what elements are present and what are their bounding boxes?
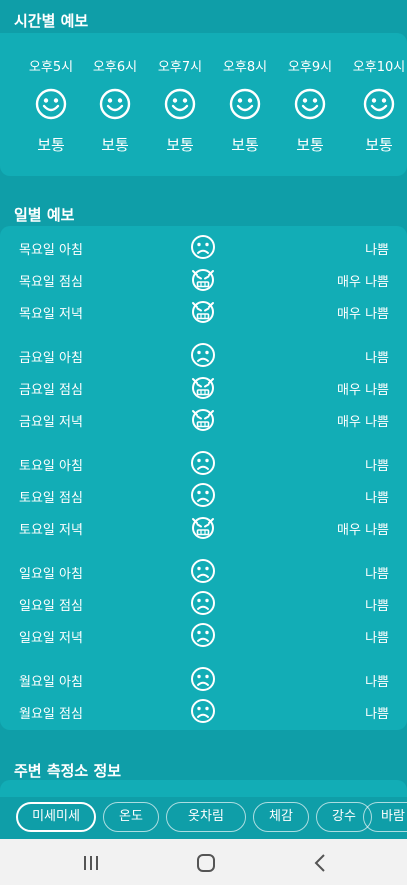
hourly-status: 보통	[365, 136, 393, 154]
hourly-time: 오후8시	[222, 60, 268, 75]
daily-forecast-row: 목요일 점심 매우 나쁨	[0, 263, 407, 295]
daily-period-label: 토요일 점심	[19, 491, 83, 506]
happy-face-icon	[99, 88, 131, 120]
daily-status: 매우 나쁨	[337, 307, 389, 322]
daily-forecast-title: 일별 예보	[14, 206, 75, 224]
daily-status: 매우 나쁨	[337, 383, 389, 398]
happy-face-icon	[164, 88, 196, 120]
home-icon[interactable]	[195, 852, 217, 874]
daily-forecast-row: 금요일 저녁 매우 나쁨	[0, 403, 407, 435]
devil-face-icon	[190, 298, 216, 324]
daily-status: 나쁨	[365, 243, 389, 258]
sad-face-icon	[190, 482, 216, 508]
daily-period-label: 목요일 점심	[19, 275, 83, 290]
hourly-status: 보통	[101, 136, 129, 154]
hourly-time: 오후5시	[28, 60, 74, 75]
hourly-status: 보통	[296, 136, 324, 154]
hourly-time: 오후10시	[352, 60, 406, 75]
daily-status: 나쁨	[365, 599, 389, 614]
daily-forecast-row: 토요일 아침 나쁨	[0, 447, 407, 479]
system-nav-bar	[0, 839, 407, 885]
hourly-time: 오후7시	[157, 60, 203, 75]
devil-face-icon	[190, 374, 216, 400]
daily-status: 나쁨	[365, 459, 389, 474]
sad-face-icon	[190, 698, 216, 724]
daily-forecast-row: 월요일 점심 나쁨	[0, 695, 407, 727]
daily-forecast-row: 월요일 아침 나쁨	[0, 663, 407, 695]
tab-3[interactable]: 옷차림	[166, 802, 246, 832]
devil-face-icon	[190, 406, 216, 432]
sad-face-icon	[190, 622, 216, 648]
hourly-status: 보통	[231, 136, 259, 154]
daily-period-label: 일요일 점심	[19, 599, 83, 614]
tab-4[interactable]: 체감	[253, 802, 309, 832]
happy-face-icon	[294, 88, 326, 120]
happy-face-icon	[363, 88, 395, 120]
nearby-stations-title: 주변 측정소 정보	[14, 762, 122, 780]
daily-forecast-row: 토요일 점심 나쁨	[0, 479, 407, 511]
daily-forecast-row: 목요일 아침 나쁨	[0, 231, 407, 263]
category-tab-bar: 미세미세 온도 옷차림 체감 강수 바람	[0, 797, 407, 839]
daily-period-label: 토요일 아침	[19, 459, 83, 474]
daily-status: 나쁨	[365, 351, 389, 366]
hourly-time: 오후9시	[287, 60, 333, 75]
daily-period-label: 일요일 아침	[19, 567, 83, 582]
hourly-forecast-title: 시간별 예보	[14, 12, 89, 30]
tab-1[interactable]: 미세미세	[16, 802, 96, 832]
sad-face-icon	[190, 450, 216, 476]
daily-forecast-row: 일요일 저녁 나쁨	[0, 619, 407, 651]
daily-forecast-row: 금요일 점심 매우 나쁨	[0, 371, 407, 403]
daily-status: 매우 나쁨	[337, 275, 389, 290]
daily-period-label: 월요일 점심	[19, 707, 83, 722]
recent-apps-icon[interactable]	[80, 852, 102, 874]
happy-face-icon	[35, 88, 67, 120]
devil-face-icon	[190, 266, 216, 292]
hourly-time: 오후6시	[92, 60, 138, 75]
daily-period-label: 금요일 점심	[19, 383, 83, 398]
daily-forecast-row: 일요일 점심 나쁨	[0, 587, 407, 619]
daily-period-label: 금요일 아침	[19, 351, 83, 366]
daily-period-label: 토요일 저녁	[19, 523, 83, 538]
daily-period-label: 일요일 저녁	[19, 631, 83, 646]
hourly-status: 보통	[166, 136, 194, 154]
daily-period-label: 금요일 저녁	[19, 415, 83, 430]
hourly-forecast-card[interactable]: 오후5시 보통 오후6시 보통 오후7시 보통 오후8시 보통 오후9시 보통 …	[0, 33, 407, 176]
hourly-status: 보통	[37, 136, 65, 154]
sad-face-icon	[190, 590, 216, 616]
daily-forecast-row: 금요일 아침 나쁨	[0, 339, 407, 371]
daily-status: 나쁨	[365, 675, 389, 690]
daily-period-label: 목요일 저녁	[19, 307, 83, 322]
daily-status: 나쁨	[365, 491, 389, 506]
sad-face-icon	[190, 666, 216, 692]
sad-face-icon	[190, 558, 216, 584]
sad-face-icon	[190, 234, 216, 260]
daily-status: 나쁨	[365, 707, 389, 722]
tab-6[interactable]: 바람	[363, 802, 407, 832]
daily-status: 매우 나쁨	[337, 523, 389, 538]
daily-status: 매우 나쁨	[337, 415, 389, 430]
daily-period-label: 월요일 아침	[19, 675, 83, 690]
tab-2[interactable]: 온도	[103, 802, 159, 832]
back-icon[interactable]	[310, 852, 332, 874]
happy-face-icon	[229, 88, 261, 120]
daily-status: 나쁨	[365, 631, 389, 646]
devil-face-icon	[190, 514, 216, 540]
daily-forecast-card: 목요일 아침 나쁨 목요일 점심 매우 나쁨 목요일 저녁 매우 나쁨 금요일 …	[0, 226, 407, 730]
daily-period-label: 목요일 아침	[19, 243, 83, 258]
sad-face-icon	[190, 342, 216, 368]
daily-forecast-row: 목요일 저녁 매우 나쁨	[0, 295, 407, 327]
daily-forecast-row: 토요일 저녁 매우 나쁨	[0, 511, 407, 543]
daily-forecast-row: 일요일 아침 나쁨	[0, 555, 407, 587]
daily-status: 나쁨	[365, 567, 389, 582]
